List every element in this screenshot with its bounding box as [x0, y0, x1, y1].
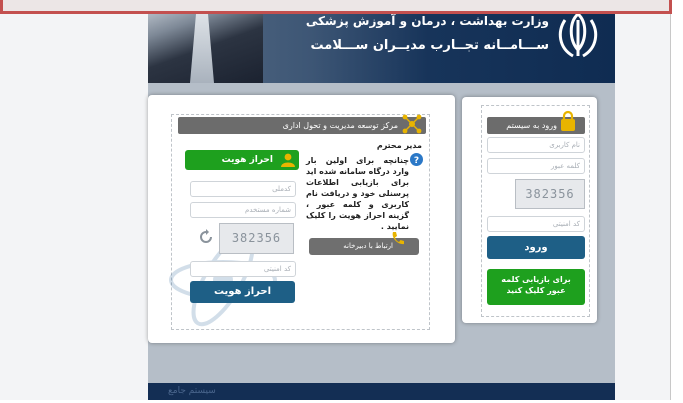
auth-captcha-image: 382356 — [219, 223, 294, 254]
center-title: مرکز توسعه مدیریت و تحول اداری — [282, 121, 398, 130]
national-code-input[interactable]: کدملی — [190, 181, 296, 197]
annotation-box — [0, 0, 672, 14]
auth-submit-button[interactable]: احراز هویت — [190, 281, 295, 303]
center-title-bar: مرکز توسعه مدیریت و تحول اداری — [178, 117, 426, 134]
login-captcha-image: 382356 — [515, 179, 585, 209]
password-input[interactable]: کلمه عبور — [487, 158, 585, 174]
refresh-icon[interactable] — [198, 229, 214, 245]
user-check-icon — [281, 153, 295, 167]
instructions-text: چنانچه برای اولین بار وارد درگاه سامانه … — [306, 156, 409, 231]
svg-text:?: ? — [414, 156, 419, 166]
greeting-heading: مدیر محترم — [376, 141, 422, 150]
auth-captcha-input[interactable]: کد امنیتی — [190, 261, 296, 277]
ministry-title: وزارت بهداشت ، درمان و آموزش پزشکی — [305, 14, 549, 28]
personnel-number-input[interactable]: شماره مستخدم — [190, 202, 296, 218]
system-title: ســـامــانه تجــارب مدیــران ســـلامت — [310, 38, 549, 53]
site-footer: سیستم جامع — [148, 383, 615, 400]
iran-emblem-icon — [558, 11, 598, 58]
footer-text: سیستم جامع — [168, 386, 216, 396]
login-title: ورود به سیستم — [506, 121, 557, 130]
recover-password-button[interactable]: برای بازیابی کلمه عبور کلیک کنید — [487, 269, 585, 305]
page-margin-left — [0, 0, 148, 403]
login-submit-button[interactable]: ورود — [487, 236, 585, 259]
network-icon — [402, 114, 422, 134]
window-scrollbar[interactable] — [670, 0, 683, 403]
help-icon: ? — [410, 153, 423, 166]
phone-icon — [392, 232, 404, 245]
username-input[interactable]: نام کاربری — [487, 137, 585, 153]
login-captcha-input[interactable]: کد امنیتی — [487, 216, 585, 232]
lock-icon — [561, 110, 575, 131]
